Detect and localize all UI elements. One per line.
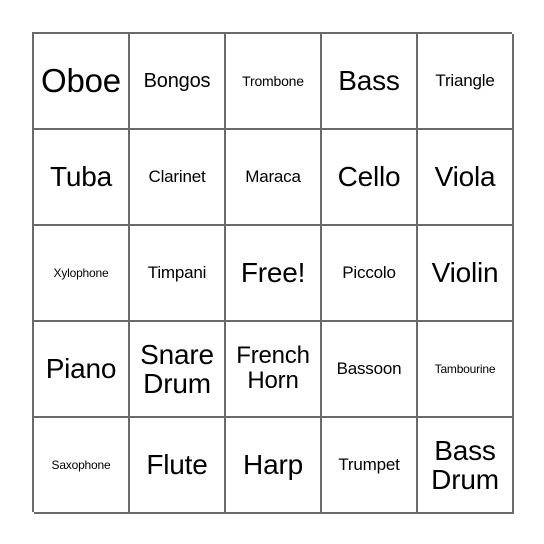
bingo-cell-label: Saxophone <box>51 457 111 472</box>
bingo-cell[interactable]: Triangle <box>418 34 514 130</box>
bingo-cell-free-space[interactable]: Free! <box>226 226 322 322</box>
bingo-cell[interactable]: Tambourine <box>418 322 514 418</box>
bingo-cell[interactable]: Harp <box>226 418 322 514</box>
bingo-cell[interactable]: Tuba <box>34 130 130 226</box>
bingo-cell[interactable]: Xylophone <box>34 226 130 322</box>
bingo-cell-label: Bass <box>338 65 400 97</box>
bingo-cell[interactable]: Maraca <box>226 130 322 226</box>
bingo-cell-label: Trumpet <box>338 455 400 475</box>
bingo-cell[interactable]: Cello <box>322 130 418 226</box>
bingo-cell-label: Tuba <box>50 161 112 193</box>
bingo-cell[interactable]: Saxophone <box>34 418 130 514</box>
bingo-cell-label: Piccolo <box>342 263 396 283</box>
bingo-cell-label: Harp <box>243 449 303 481</box>
bingo-cell-label: Trombone <box>242 72 304 89</box>
bingo-cell[interactable]: Piano <box>34 322 130 418</box>
bingo-cell[interactable]: Clarinet <box>130 130 226 226</box>
bingo-cell-label: Cello <box>337 161 401 193</box>
bingo-cell[interactable]: Oboe <box>34 34 130 130</box>
bingo-cell-label: Bass Drum <box>431 434 499 495</box>
bingo-cell[interactable]: Violin <box>418 226 514 322</box>
bingo-cell[interactable]: French Horn <box>226 322 322 418</box>
bingo-cell[interactable]: Trumpet <box>322 418 418 514</box>
bingo-cell-label: Flute <box>146 449 208 481</box>
bingo-grid: Oboe Bongos Trombone Bass Triangle Tuba Clarin… <box>32 32 514 514</box>
bingo-cell-label: Viola <box>434 161 496 193</box>
bingo-cell-label: Bassoon <box>336 359 402 379</box>
bingo-cell[interactable]: Bass <box>322 34 418 130</box>
bingo-cell[interactable]: Timpani <box>130 226 226 322</box>
bingo-cell-label: French Horn <box>236 342 310 394</box>
bingo-cell[interactable]: Bassoon <box>322 322 418 418</box>
bingo-cell-label: Xylophone <box>53 265 109 280</box>
bingo-cell-label: Snare Drum <box>140 338 214 399</box>
bingo-cell[interactable]: Flute <box>130 418 226 514</box>
bingo-card: Oboe Bongos Trombone Bass Triangle Tuba Clarin… <box>32 32 514 514</box>
bingo-cell-label: Bongos <box>143 69 211 92</box>
bingo-cell[interactable]: Trombone <box>226 34 322 130</box>
bingo-cell-label: Clarinet <box>148 167 206 187</box>
bingo-cell-label: Maraca <box>245 167 301 187</box>
bingo-cell-label: Free! <box>240 257 306 289</box>
bingo-cell[interactable]: Bass Drum <box>418 418 514 514</box>
bingo-cell[interactable]: Snare Drum <box>130 322 226 418</box>
bingo-cell-label: Triangle <box>435 71 495 91</box>
bingo-cell-label: Oboe <box>41 61 121 99</box>
bingo-cell-label: Tambourine <box>434 361 496 376</box>
bingo-cell-label: Timpani <box>147 263 207 283</box>
bingo-cell-label: Violin <box>431 257 499 289</box>
bingo-cell[interactable]: Piccolo <box>322 226 418 322</box>
bingo-cell[interactable]: Viola <box>418 130 514 226</box>
bingo-cell-label: Piano <box>45 353 117 385</box>
bingo-cell[interactable]: Bongos <box>130 34 226 130</box>
